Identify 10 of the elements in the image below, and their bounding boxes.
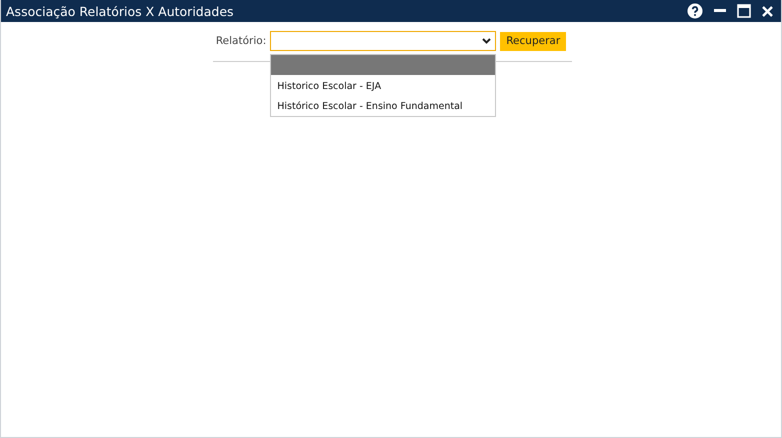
maximize-icon[interactable]: [737, 4, 751, 18]
close-icon[interactable]: [762, 6, 773, 16]
window-title: Associação Relatórios X Autoridades: [6, 4, 234, 18]
retrieve-button[interactable]: Recuperar: [500, 32, 566, 50]
field-label: Relatório:: [216, 35, 266, 47]
dropdown-option[interactable]: Histórico Escolar - Ensino Fundamental: [271, 96, 496, 116]
dropdown-option[interactable]: Historico Escolar - EJA: [271, 76, 496, 96]
chevron-icon: [482, 38, 492, 44]
minimize-icon[interactable]: [714, 9, 726, 13]
help-icon[interactable]: [687, 3, 703, 19]
